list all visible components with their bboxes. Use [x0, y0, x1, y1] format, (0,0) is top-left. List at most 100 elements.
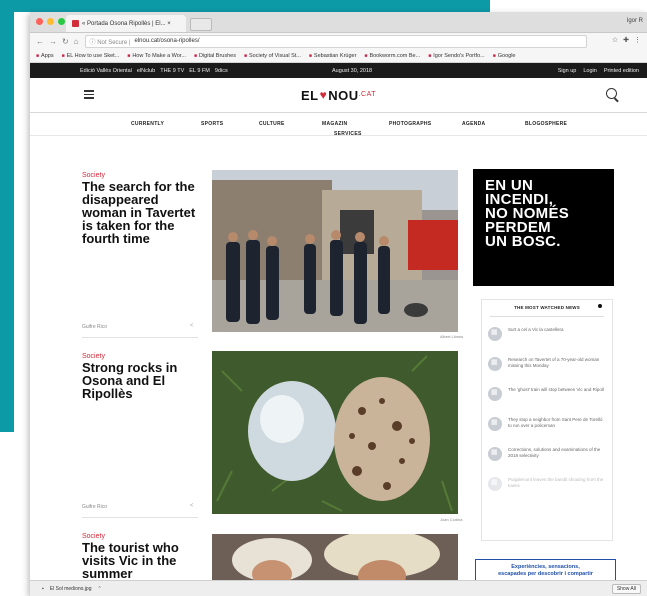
window-controls — [36, 18, 65, 25]
most-watched-text: Corrections, solutions and examinations … — [508, 447, 601, 458]
hamburger-menu-icon[interactable] — [84, 90, 94, 101]
browser-tab-active[interactable]: « Portada Osona Ripollès | El... × — [66, 15, 186, 32]
bookmarks-bar: Apps EL How to use Sket... How To Make a… — [30, 49, 647, 63]
story-divider — [82, 337, 198, 338]
nav-item-currently[interactable]: CURRENTLY — [131, 121, 164, 127]
top-link[interactable]: 9dics — [215, 68, 228, 74]
story-author: Guifre Rico — [82, 324, 108, 330]
most-watched-text: Surt a cel a Vic la castellera — [508, 327, 564, 332]
security-indicator[interactable]: ⓘ Not Secure | — [90, 37, 131, 46]
nav-item-culture[interactable]: CULTURE — [259, 121, 285, 127]
address-input[interactable]: ⓘ Not Secure | elnou.cat/osona-ripolles/ — [84, 34, 587, 48]
story-category[interactable]: Society — [82, 353, 198, 360]
site-top-links: Edició Vallès Oriental elNclub THE 9 TV … — [80, 68, 228, 74]
bookmark-item[interactable]: Sebastian Krüger — [309, 53, 357, 59]
ad-banner[interactable]: EN UN INCENDI, NO NOMÉS PERDEM UN BOSC. — [473, 169, 614, 286]
back-arrow-icon[interactable]: ← — [36, 37, 44, 46]
most-watched-item[interactable]: Corrections, solutions and examinations … — [488, 447, 606, 467]
share-icon[interactable]: < — [190, 323, 194, 329]
account-links: Sign up Login Printed edition — [558, 68, 639, 74]
photo-credit: Joan Codina — [440, 517, 463, 522]
share-icon[interactable]: < — [190, 503, 194, 509]
story-photo[interactable] — [212, 351, 458, 514]
story-headline[interactable]: The tourist who visits Vic in the summer — [82, 541, 198, 580]
tab-bar: « Portada Osona Ripollès | El... × Igor … — [30, 12, 647, 33]
forward-arrow-icon[interactable]: → — [49, 37, 57, 46]
section-nav: CURRENTLY SPORTS CULTURE MAGAZIN PHOTOGR… — [30, 113, 647, 137]
most-watched-item[interactable]: The 'ghost' train will stop between Vic … — [488, 387, 606, 407]
new-tab-button[interactable] — [190, 18, 212, 31]
story-photo[interactable] — [212, 534, 458, 580]
story-photo[interactable] — [212, 170, 458, 332]
most-watched-item[interactable]: Research on Tavertet of a 70-year-old wo… — [488, 357, 606, 377]
close-window-button[interactable] — [36, 18, 43, 25]
search-icon[interactable] — [606, 88, 617, 99]
nav-item-sports[interactable]: SPORTS — [201, 121, 223, 127]
maximize-window-button[interactable] — [58, 18, 65, 25]
bookmark-item[interactable]: Digital Brushes — [194, 53, 236, 59]
download-item[interactable]: ▪ El Sol mediono.jpg ⌃ — [42, 586, 102, 592]
story-headline[interactable]: Strong rocks in Osona and El Ripollès — [82, 361, 198, 400]
nav-item-photographs[interactable]: PHOTOGRAPHS — [389, 121, 431, 127]
nav-item-magazin[interactable]: MAGAZIN — [322, 121, 347, 127]
login-link[interactable]: Login — [583, 68, 596, 74]
most-watched-text: Research on Tavertet of a 70-year-old wo… — [508, 357, 600, 368]
top-link[interactable]: THE 9 TV — [160, 68, 184, 74]
nav-item-agenda[interactable]: AGENDA — [462, 121, 485, 127]
profile-button[interactable]: Igor R — [627, 18, 643, 24]
most-watched-item[interactable]: Surt a cel a Vic la castellera — [488, 327, 606, 347]
reload-icon[interactable]: ↻ — [62, 37, 69, 46]
tab-title: « Portada Osona Ripollès | El... × — [82, 20, 171, 27]
bookmark-item[interactable]: How To Make a Wor... — [127, 53, 186, 59]
panel-dot-icon — [598, 304, 602, 308]
top-link[interactable]: elNclub — [137, 68, 155, 74]
chevron-up-icon[interactable]: ⌃ — [97, 586, 101, 592]
address-toolbar: ← → ↻ ⌂ ⓘ Not Secure | elnou.cat/osona-r… — [30, 33, 647, 49]
most-watched-panel: THE MOST WATCHED NEWS Surt a cel a Vic l… — [481, 299, 613, 541]
main-content: Society The search for the disappeared w… — [30, 167, 647, 587]
bookmark-item[interactable]: Igor Sendo's Portfo... — [428, 53, 485, 59]
bookmark-item[interactable]: Bookworm.com Be... — [364, 53, 420, 59]
logo-text: .CAT — [358, 91, 377, 98]
ad-line: UN BOSC. — [485, 233, 561, 250]
thumbnail-icon — [488, 357, 502, 371]
most-watched-title: THE MOST WATCHED NEWS — [482, 300, 612, 310]
top-link[interactable]: Edició Vallès Oriental — [80, 68, 132, 74]
story-card[interactable]: Society Strong rocks in Osona and El Rip… — [82, 353, 198, 400]
site-top-bar: Edició Vallès Oriental elNclub THE 9 TV … — [30, 63, 647, 78]
nav-buttons: ← → ↻ ⌂ — [30, 37, 79, 46]
download-bar: ▪ El Sol mediono.jpg ⌃ Show All — [30, 580, 647, 596]
nav-item-services[interactable]: SERVICES — [334, 131, 362, 137]
bookmark-item[interactable]: EL How to use Sket... — [62, 53, 120, 59]
top-link[interactable]: EL 9 FM — [189, 68, 210, 74]
story-headline[interactable]: The search for the disappeared woman in … — [82, 180, 198, 245]
home-icon[interactable]: ⌂ — [74, 37, 79, 46]
most-watched-text: Puigdemont leaves the bandit shouting fr… — [508, 477, 604, 488]
menu-dots-icon[interactable]: ⋮ — [634, 36, 641, 44]
minimize-window-button[interactable] — [47, 18, 54, 25]
thumbnail-icon — [488, 447, 502, 461]
photo-credit: Albert Llimós — [440, 334, 464, 339]
most-watched-item[interactable]: They stop a neighbor from Sant Pere de T… — [488, 417, 606, 437]
story-card[interactable]: Society The tourist who visits Vic in th… — [82, 533, 198, 580]
bookmark-item[interactable]: Society of Visual St... — [244, 53, 301, 59]
site-logo[interactable]: EL ♥ NOU .CAT — [301, 88, 376, 103]
most-watched-item[interactable]: Puigdemont leaves the bandit shouting fr… — [488, 477, 606, 497]
bookmark-item[interactable]: Apps — [36, 53, 54, 59]
story-card[interactable]: Society The search for the disappeared w… — [82, 172, 198, 245]
logo-text: NOU — [328, 87, 359, 103]
nav-item-blogosphere[interactable]: BLOGOSPHERE — [525, 121, 567, 127]
thumbnail-icon — [488, 387, 502, 401]
browser-window: « Portada Osona Ripollès | El... × Igor … — [30, 12, 647, 596]
sign-up-link[interactable]: Sign up — [558, 68, 577, 74]
thumbnail-icon — [488, 477, 502, 491]
show-all-button[interactable]: Show All — [611, 584, 641, 594]
story-category[interactable]: Society — [82, 172, 198, 179]
story-category[interactable]: Society — [82, 533, 198, 540]
bookmark-star-icon[interactable]: ☆ — [612, 36, 618, 44]
bookmark-item[interactable]: Google — [493, 53, 516, 59]
most-watched-text: They stop a neighbor from Sant Pere de T… — [508, 417, 603, 428]
extension-icon[interactable]: ✚ — [623, 36, 629, 44]
printed-edition-link[interactable]: Printed edition — [604, 68, 639, 74]
most-watched-title-text: THE MOST WATCHED NEWS — [514, 305, 580, 310]
